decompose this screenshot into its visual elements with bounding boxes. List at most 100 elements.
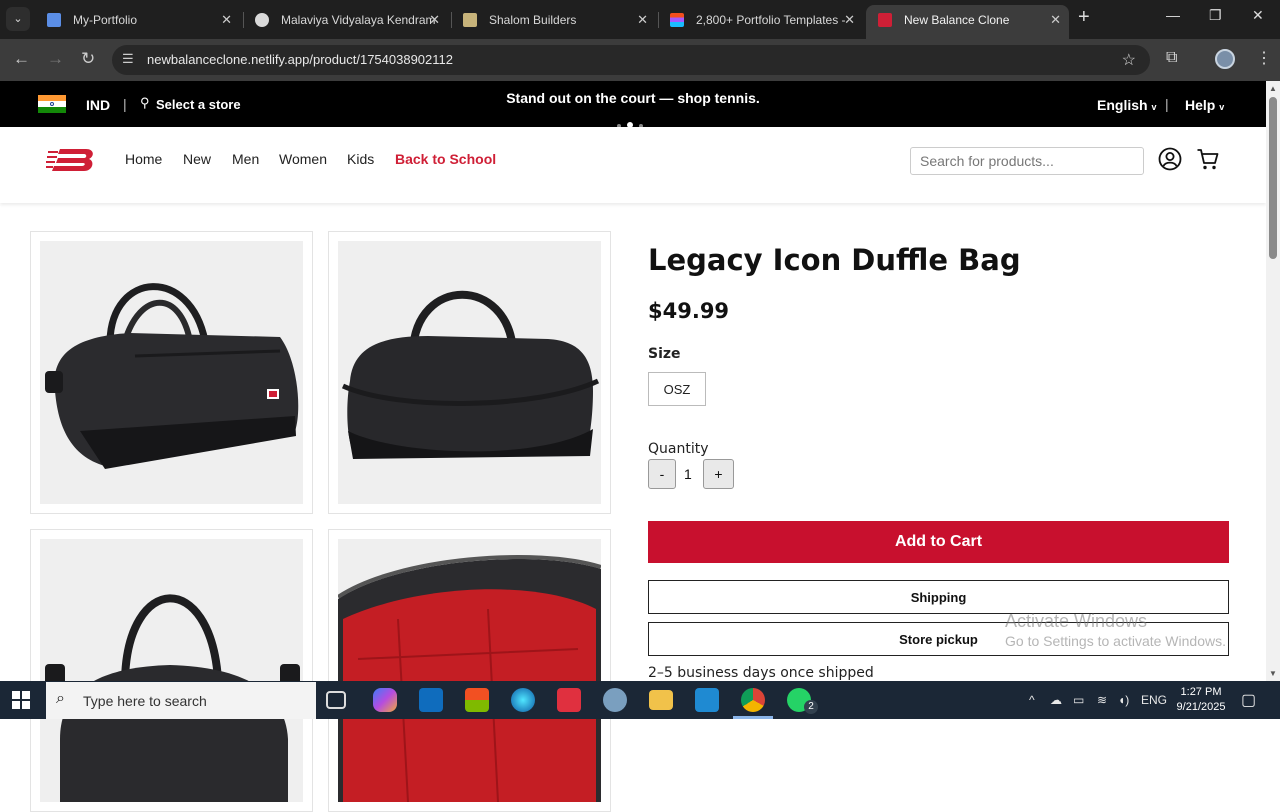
- extensions-icon[interactable]: ⧉: [1166, 49, 1177, 67]
- watermark-title: Activate Windows: [1005, 611, 1148, 631]
- product-price: $49.99: [648, 299, 730, 323]
- new-balance-logo[interactable]: [46, 147, 96, 173]
- back-icon[interactable]: ←: [13, 49, 30, 69]
- file-explorer-icon[interactable]: [649, 690, 673, 710]
- close-tab-icon[interactable]: ✕: [844, 5, 855, 35]
- tab-title: Shalom Builders: [489, 13, 577, 27]
- school-favicon-icon: [255, 13, 269, 27]
- portfolio-favicon-icon: [47, 13, 61, 27]
- nav-link-back-to-school[interactable]: Back to School: [395, 151, 496, 167]
- whatsapp-badge: 2: [804, 700, 818, 714]
- feather-app-icon[interactable]: [603, 688, 627, 712]
- size-label: Size: [648, 346, 681, 362]
- new-tab-icon[interactable]: +: [1078, 6, 1090, 29]
- tab-title: Malaviya Vidyalaya Kendram: [281, 13, 436, 27]
- forward-icon[interactable]: →: [47, 49, 64, 69]
- show-hidden-icons-icon[interactable]: ^: [1029, 693, 1035, 707]
- chevron-down-icon: v: [1151, 102, 1157, 112]
- duffle-bag-side-image: [45, 594, 300, 802]
- product-image[interactable]: [30, 529, 313, 812]
- scroll-down-icon[interactable]: ▼: [1269, 669, 1277, 678]
- browser-tab[interactable]: Malaviya Vidyalaya Kendram ✕: [243, 5, 448, 35]
- decrement-quantity-button[interactable]: -: [648, 459, 676, 489]
- wps-office-icon[interactable]: [557, 688, 581, 712]
- product-title: Legacy Icon Duffle Bag: [648, 243, 1021, 277]
- restore-icon[interactable]: ❐: [1209, 7, 1222, 24]
- close-tab-icon[interactable]: ✕: [429, 5, 440, 35]
- product-image[interactable]: [328, 529, 611, 812]
- browser-tab-strip: ⌄ My-Portfolio ✕ Malaviya Vidyalaya Kend…: [0, 0, 1280, 39]
- tab-title: My-Portfolio: [73, 13, 138, 27]
- windows-start-icon[interactable]: [12, 691, 30, 709]
- shipping-note: 2–5 business days once shipped: [648, 665, 874, 681]
- onedrive-icon[interactable]: ☁: [1050, 693, 1062, 707]
- duffle-bag-interior-image: [338, 555, 601, 802]
- shipping-option-button[interactable]: Shipping: [648, 580, 1229, 614]
- increment-quantity-button[interactable]: +: [703, 459, 734, 489]
- cart-icon[interactable]: [1196, 147, 1220, 171]
- chevron-down-icon: v: [1219, 102, 1225, 112]
- address-bar[interactable]: ☰ newbalanceclone.netlify.app/product/17…: [112, 45, 1150, 75]
- browser-tab[interactable]: 2,800+ Portfolio Templates - ✕: [658, 5, 863, 35]
- notifications-icon[interactable]: ▢: [1241, 690, 1256, 710]
- battery-icon[interactable]: ▭: [1073, 693, 1084, 707]
- clock-date: 9/21/2025: [1176, 701, 1226, 713]
- close-tab-icon[interactable]: ✕: [637, 5, 648, 35]
- browser-tab-active[interactable]: New Balance Clone ✕: [866, 5, 1069, 39]
- browser-tab[interactable]: Shalom Builders ✕: [451, 5, 656, 35]
- more-menu-icon[interactable]: ⋮: [1256, 48, 1272, 68]
- profile-avatar[interactable]: [1215, 49, 1235, 69]
- task-view-icon[interactable]: [326, 691, 346, 709]
- taskbar-search-box[interactable]: ⌕ Type here to search: [46, 682, 316, 719]
- tab-title: 2,800+ Portfolio Templates -: [696, 13, 846, 27]
- size-option-button[interactable]: OSZ: [648, 372, 706, 406]
- edge-icon[interactable]: [511, 688, 535, 712]
- language-selector[interactable]: English v: [1097, 97, 1156, 113]
- chrome-icon[interactable]: [741, 688, 765, 712]
- duffle-bag-front-image: [341, 290, 600, 459]
- wifi-icon[interactable]: ≋: [1097, 693, 1107, 707]
- product-image[interactable]: [30, 231, 313, 514]
- add-to-cart-button[interactable]: Add to Cart: [648, 521, 1229, 563]
- page-scrollbar[interactable]: ▲ ▼: [1266, 81, 1280, 681]
- nav-link-kids[interactable]: Kids: [347, 151, 374, 167]
- nav-link-home[interactable]: Home: [125, 151, 162, 167]
- close-tab-icon[interactable]: ✕: [1050, 5, 1061, 35]
- browser-toolbar: ← → ↻ ☰ newbalanceclone.netlify.app/prod…: [0, 39, 1280, 81]
- duffle-bag-angle-image: [45, 283, 299, 469]
- store-icon[interactable]: [465, 688, 489, 712]
- help-menu[interactable]: Help v: [1185, 97, 1224, 113]
- browser-tab[interactable]: My-Portfolio ✕: [35, 5, 240, 35]
- tab-search-dropdown[interactable]: ⌄: [6, 7, 30, 31]
- search-input[interactable]: [910, 147, 1144, 175]
- volume-icon[interactable]: ◖): [1118, 693, 1129, 707]
- close-tab-icon[interactable]: ✕: [221, 5, 232, 35]
- copilot-icon[interactable]: [373, 688, 397, 712]
- outlook-icon[interactable]: [419, 688, 443, 712]
- nav-link-new[interactable]: New: [183, 151, 211, 167]
- minimize-icon[interactable]: —: [1166, 7, 1180, 23]
- reload-icon[interactable]: ↻: [81, 49, 95, 69]
- product-image[interactable]: [328, 231, 611, 514]
- taskbar-search-placeholder: Type here to search: [83, 693, 207, 709]
- watermark-subtitle: Go to Settings to activate Windows.: [1005, 633, 1226, 649]
- vs-code-icon[interactable]: [695, 688, 719, 712]
- url-text[interactable]: newbalanceclone.netlify.app/product/1754…: [147, 52, 453, 67]
- promo-message[interactable]: Stand out on the court — shop tennis.: [0, 90, 1266, 106]
- bookmark-star-icon[interactable]: ☆: [1122, 50, 1136, 70]
- system-clock[interactable]: 1:27 PM 9/21/2025: [1176, 685, 1226, 715]
- account-icon[interactable]: [1158, 147, 1182, 171]
- scroll-up-icon[interactable]: ▲: [1269, 84, 1277, 93]
- language-label: English: [1097, 97, 1148, 113]
- new-balance-favicon-icon: [878, 13, 892, 27]
- site-info-icon[interactable]: ☰: [122, 51, 134, 67]
- close-window-icon[interactable]: ✕: [1252, 7, 1264, 24]
- nav-link-men[interactable]: Men: [232, 151, 259, 167]
- quantity-label: Quantity: [648, 441, 709, 457]
- promo-bar: IND | ⚲ Select a store Stand out on the …: [0, 81, 1266, 128]
- scrollbar-thumb[interactable]: [1269, 97, 1277, 259]
- tab-title: New Balance Clone: [904, 13, 1010, 27]
- quantity-value: 1: [684, 466, 692, 482]
- nav-link-women[interactable]: Women: [279, 151, 327, 167]
- input-language[interactable]: ENG: [1141, 693, 1167, 707]
